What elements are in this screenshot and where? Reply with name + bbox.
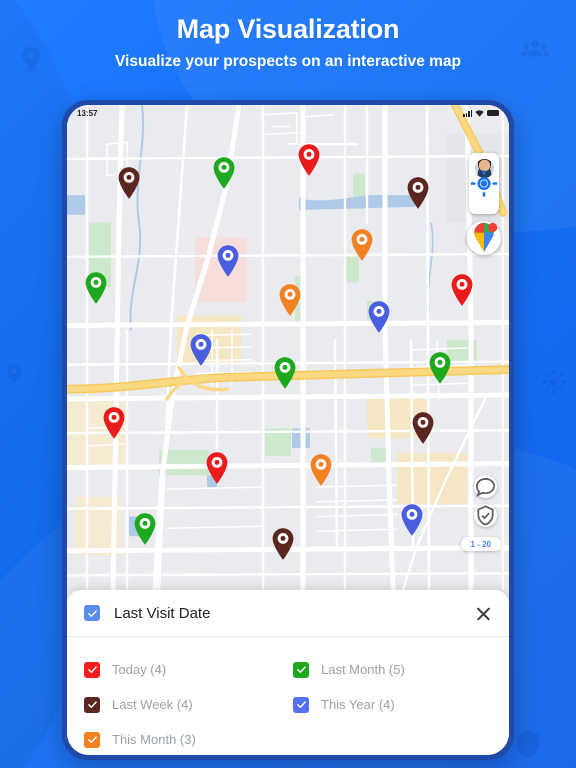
filter-panel: Last Visit Date Today (4) Last Month (5) L… bbox=[67, 590, 509, 755]
page-title: Map Visualization bbox=[176, 14, 400, 44]
filter-option-label: Last Week (4) bbox=[112, 697, 193, 712]
map-pin-icon bbox=[401, 504, 423, 536]
check-icon bbox=[296, 666, 306, 673]
status-icons bbox=[463, 109, 499, 117]
pin-this-year-3[interactable] bbox=[188, 333, 214, 367]
map-pin-icon bbox=[85, 272, 107, 304]
pin-this-year-1[interactable] bbox=[215, 244, 241, 278]
status-time: 13:57 bbox=[77, 108, 98, 118]
feedback-button[interactable] bbox=[474, 475, 497, 498]
page-subtitle: Visualize your prospects on an interacti… bbox=[115, 53, 461, 70]
pin-last-month-1[interactable] bbox=[211, 156, 237, 190]
feedback-bubble-icon bbox=[475, 478, 496, 497]
check-icon bbox=[87, 701, 97, 708]
pin-last-month-5[interactable] bbox=[132, 512, 158, 546]
shield-check-watermark bbox=[516, 730, 540, 758]
check-icon bbox=[87, 609, 97, 617]
shield-check-button[interactable] bbox=[474, 504, 497, 527]
map-pin-icon bbox=[274, 357, 296, 389]
pin-last-week-1[interactable] bbox=[116, 166, 142, 200]
signal-bars-icon bbox=[463, 109, 472, 117]
map-pin-icon bbox=[118, 167, 140, 199]
filter-header: Last Visit Date bbox=[67, 590, 509, 637]
close-icon[interactable] bbox=[475, 605, 492, 622]
checkbox-this-month[interactable] bbox=[84, 731, 100, 748]
google-maps-logo-icon bbox=[474, 222, 498, 252]
pin-last-month-4[interactable] bbox=[427, 351, 453, 385]
checkbox-this-year[interactable] bbox=[293, 696, 309, 713]
pin-today-2[interactable] bbox=[449, 273, 475, 307]
filter-options-grid: Today (4) Last Month (5) Last Week (4) This… bbox=[67, 637, 509, 755]
map-pin-icon bbox=[213, 157, 235, 189]
pin-last-month-2[interactable] bbox=[83, 271, 109, 305]
pin-last-month-3[interactable] bbox=[272, 356, 298, 390]
location-pin-watermark-2 bbox=[7, 364, 21, 383]
map-pin-icon bbox=[279, 284, 301, 316]
filter-option-label: Last Month (5) bbox=[321, 662, 405, 677]
network-hub-watermark bbox=[541, 369, 567, 395]
device-screen: 13:57 1 - 20 Last Visit Date Today (4) L… bbox=[67, 105, 509, 755]
pin-this-month-2[interactable] bbox=[277, 283, 303, 317]
filter-option-label: This Month (3) bbox=[112, 732, 196, 747]
map-pin-icon bbox=[298, 144, 320, 176]
pin-today-3[interactable] bbox=[101, 406, 127, 440]
filter-option-this-year[interactable]: This Year (4) bbox=[293, 687, 492, 722]
filter-option-label: Today (4) bbox=[112, 662, 167, 677]
map-pin-icon bbox=[451, 274, 473, 306]
map-pin-icon bbox=[351, 229, 373, 261]
check-icon bbox=[87, 666, 97, 673]
checkbox-last-week[interactable] bbox=[84, 696, 100, 713]
map-pin-icon bbox=[412, 412, 434, 444]
map-canvas[interactable]: 1 - 20 bbox=[67, 105, 509, 590]
pin-today-1[interactable] bbox=[296, 143, 322, 177]
filter-option-label: This Year (4) bbox=[321, 697, 395, 712]
map-control-stack bbox=[469, 153, 499, 214]
pin-this-year-4[interactable] bbox=[399, 503, 425, 537]
map-pin-icon bbox=[429, 352, 451, 384]
pin-today-4[interactable] bbox=[204, 451, 230, 485]
filter-option-last-week[interactable]: Last Week (4) bbox=[84, 687, 283, 722]
shield-check-icon bbox=[477, 505, 494, 526]
battery-icon bbox=[487, 110, 499, 116]
map-pin-icon bbox=[368, 301, 390, 333]
check-icon bbox=[296, 701, 306, 708]
pin-this-month-1[interactable] bbox=[349, 228, 375, 262]
status-bar: 13:57 bbox=[67, 105, 509, 121]
result-range-badge: 1 - 20 bbox=[460, 537, 501, 551]
my-location-button[interactable] bbox=[469, 170, 499, 214]
my-location-icon bbox=[470, 170, 498, 197]
pin-this-year-2[interactable] bbox=[366, 300, 392, 334]
filter-option-today[interactable]: Today (4) bbox=[84, 652, 283, 687]
checkbox-last-month[interactable] bbox=[293, 661, 309, 678]
device-frame: 13:57 1 - 20 Last Visit Date Today (4) L… bbox=[62, 100, 514, 760]
wifi-icon bbox=[475, 109, 484, 117]
map-pin-icon bbox=[272, 528, 294, 560]
google-maps-button[interactable] bbox=[467, 221, 501, 255]
pin-this-month-3[interactable] bbox=[308, 453, 334, 487]
filter-option-last-month[interactable]: Last Month (5) bbox=[293, 652, 492, 687]
map-pin-icon bbox=[407, 177, 429, 209]
map-pin-icon bbox=[134, 513, 156, 545]
pin-last-week-4[interactable] bbox=[270, 527, 296, 561]
map-pin-icon bbox=[103, 407, 125, 439]
map-pin-icon bbox=[310, 454, 332, 486]
map-pin-icon bbox=[206, 452, 228, 484]
page-header: Map Visualization Visualize your prospec… bbox=[0, 14, 576, 72]
filter-option-this-month[interactable]: This Month (3) bbox=[84, 722, 283, 755]
map-pin-icon bbox=[217, 245, 239, 277]
checkbox-today[interactable] bbox=[84, 661, 100, 678]
pin-last-week-2[interactable] bbox=[405, 176, 431, 210]
pin-last-week-3[interactable] bbox=[410, 411, 436, 445]
map-pin-icon bbox=[190, 334, 212, 366]
filter-title: Last Visit Date bbox=[114, 604, 211, 622]
filter-title-checkbox[interactable] bbox=[84, 605, 100, 621]
check-icon bbox=[87, 736, 97, 743]
